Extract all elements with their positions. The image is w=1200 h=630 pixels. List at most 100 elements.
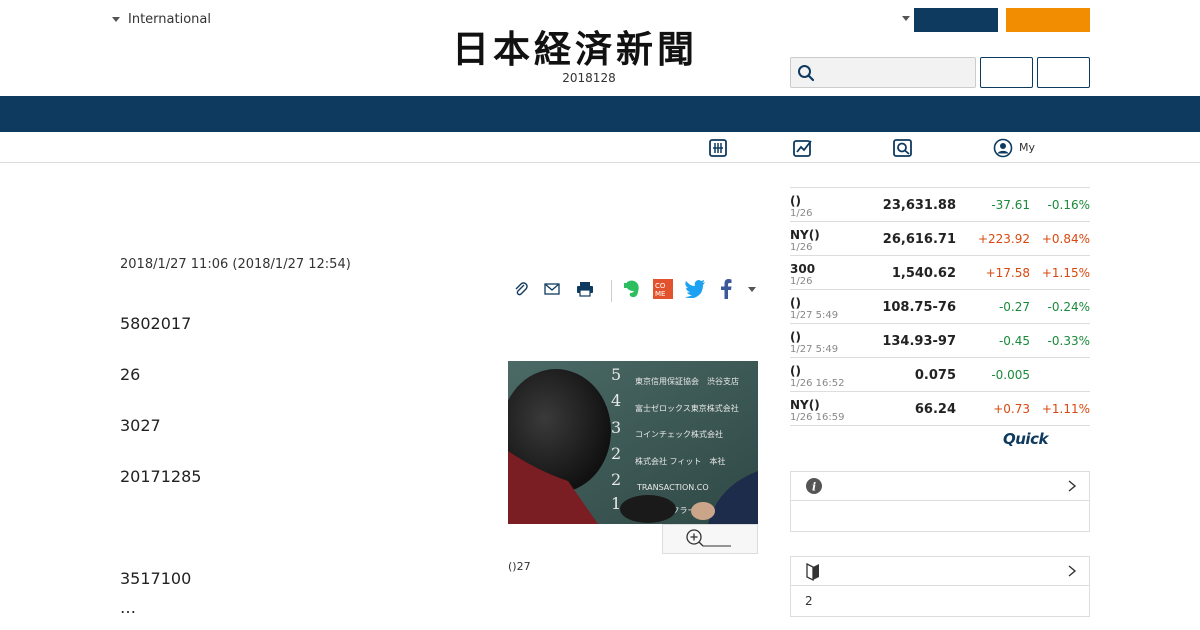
market-time: 1/27 5:49	[790, 310, 839, 321]
grid-icon	[709, 138, 727, 157]
market-change: +223.92	[977, 232, 1030, 246]
beginner-panel: 2	[790, 556, 1090, 617]
article-ellipsis: …	[120, 598, 136, 617]
market-value: 108.75-76	[882, 300, 956, 315]
more-share-caret-icon[interactable]	[741, 278, 763, 300]
quick-logo[interactable]: Quick	[1003, 430, 1048, 448]
search-doc-icon	[893, 138, 912, 157]
zoom-in-icon	[686, 529, 731, 547]
market-value: 26,616.71	[882, 232, 956, 247]
photo-sign-text: 株式会社 フィット 本社	[635, 456, 725, 466]
subnav-label: My	[1019, 141, 1036, 154]
market-time: 1/27 5:49	[790, 344, 839, 355]
print-icon[interactable]	[574, 278, 596, 300]
market-name: NY()	[790, 398, 820, 412]
market-time: 1/26 16:59	[790, 412, 845, 423]
beginner-icon	[806, 562, 819, 582]
photo-sign-number: 2	[611, 444, 621, 463]
market-row[interactable]: () 1/26 16:52 0.075 -0.005	[790, 358, 1090, 392]
beginner-panel-header[interactable]	[791, 557, 1089, 586]
market-value: 1,540.62	[891, 266, 956, 281]
clip-icon[interactable]	[510, 278, 532, 300]
register-button[interactable]	[1037, 57, 1090, 88]
market-change: +17.58	[985, 266, 1030, 280]
svg-text:CO: CO	[655, 282, 666, 290]
subnav-my[interactable]: My	[993, 137, 1035, 158]
login-button[interactable]	[980, 57, 1033, 88]
market-pct: +1.11%	[1041, 402, 1090, 416]
svg-text:ME: ME	[655, 290, 665, 298]
photo-sign-number: 1	[611, 494, 621, 513]
market-row[interactable]: () 1/26 23,631.88 -37.61 -0.16%	[790, 188, 1090, 222]
chevron-right-icon	[1068, 565, 1077, 577]
share-bar: CO ME	[508, 278, 760, 302]
subnav-search[interactable]	[892, 137, 920, 158]
sub-nav: My	[0, 132, 1200, 163]
search-input[interactable]	[821, 62, 971, 84]
market-row[interactable]: () 1/27 5:49 134.93-97 -0.45 -0.33%	[790, 324, 1090, 358]
trial-button[interactable]	[1006, 8, 1090, 32]
mail-icon[interactable]	[541, 278, 563, 300]
market-value: 66.24	[914, 402, 956, 417]
edition-selector[interactable]: International	[112, 12, 211, 27]
market-value: 134.93-97	[882, 334, 956, 349]
market-name: ()	[790, 194, 801, 208]
market-table: () 1/26 23,631.88 -37.61 -0.16% NY() 1/2…	[790, 187, 1090, 426]
edition-date: 2018128	[562, 71, 616, 85]
info-panel-body	[791, 501, 1089, 531]
market-change: -0.27	[998, 300, 1030, 314]
market-name: 300	[790, 262, 816, 276]
photo-sign-number: 5	[611, 365, 621, 384]
subnav-grid[interactable]	[708, 137, 734, 158]
market-name: NY()	[790, 228, 820, 242]
evernote-icon[interactable]	[621, 278, 643, 300]
site-logo[interactable]: 日本経済新聞	[452, 28, 748, 68]
market-name: ()	[790, 296, 801, 310]
search-icon[interactable]	[797, 64, 815, 82]
article-paragraph: 26	[120, 365, 141, 384]
market-pct: -0.33%	[1047, 334, 1090, 348]
market-row[interactable]: () 1/27 5:49 108.75-76 -0.27 -0.24%	[790, 290, 1090, 324]
subscribe-button[interactable]	[914, 8, 998, 32]
article-paragraph: 20171285	[120, 467, 202, 486]
beginner-panel-text: 2	[805, 594, 813, 608]
chevron-right-icon	[1068, 480, 1077, 492]
logo-text: 日本経済新聞	[452, 28, 698, 68]
article-paragraph: 3027	[120, 416, 161, 435]
svg-text:i: i	[812, 481, 816, 494]
article-paragraph: 5802017	[120, 314, 192, 333]
main-nav[interactable]	[0, 96, 1200, 132]
market-pct: -0.16%	[1047, 198, 1090, 212]
twitter-icon[interactable]	[684, 278, 706, 300]
comment-icon[interactable]: CO ME	[652, 278, 674, 300]
search-box	[790, 57, 976, 88]
share-divider	[611, 280, 612, 302]
market-row[interactable]: NY() 1/26 26,616.71 +223.92 +0.84%	[790, 222, 1090, 256]
photo-sign-number: 4	[611, 391, 621, 410]
photo-sign-text: 富士ゼロックス東京株式会社	[635, 403, 739, 413]
user-icon	[993, 138, 1013, 157]
photo-caption: ()27	[508, 560, 531, 573]
market-time: 1/26	[790, 242, 813, 253]
info-icon: i	[806, 478, 822, 494]
market-time: 1/26	[790, 208, 813, 219]
photo-sign-text: 東京信用保証協会 渋谷支店	[635, 376, 739, 386]
photo-zoom-button[interactable]	[662, 524, 758, 554]
market-change: -0.005	[991, 368, 1030, 382]
market-pct: +1.15%	[1041, 266, 1090, 280]
article-paragraph: 3517100	[120, 569, 192, 588]
beginner-panel-body: 2	[791, 586, 1089, 616]
info-panel-header[interactable]: i	[791, 472, 1089, 501]
edition-label: International	[128, 12, 211, 27]
market-row[interactable]: NY() 1/26 16:59 66.24 +0.73 +1.11%	[790, 392, 1090, 426]
market-change: -0.45	[998, 334, 1030, 348]
article-date: 2018/1/27 11:06 (2018/1/27 12:54)	[120, 257, 351, 272]
photo-sign-number: 3	[611, 418, 621, 437]
facebook-icon[interactable]	[715, 278, 737, 300]
photo-sign-text: TRANSACTION.CO	[636, 483, 709, 492]
market-row[interactable]: 300 1/26 1,540.62 +17.58 +1.15%	[790, 256, 1090, 290]
article-photo[interactable]: 5 4 3 2 2 1 東京信用保証協会 渋谷支店 富士ゼロックス東京株式会社 …	[508, 361, 758, 524]
account-caret-icon[interactable]	[902, 16, 910, 21]
subnav-chart[interactable]	[792, 137, 820, 158]
site-header: International 日本経済新聞 2018128	[0, 0, 1200, 96]
